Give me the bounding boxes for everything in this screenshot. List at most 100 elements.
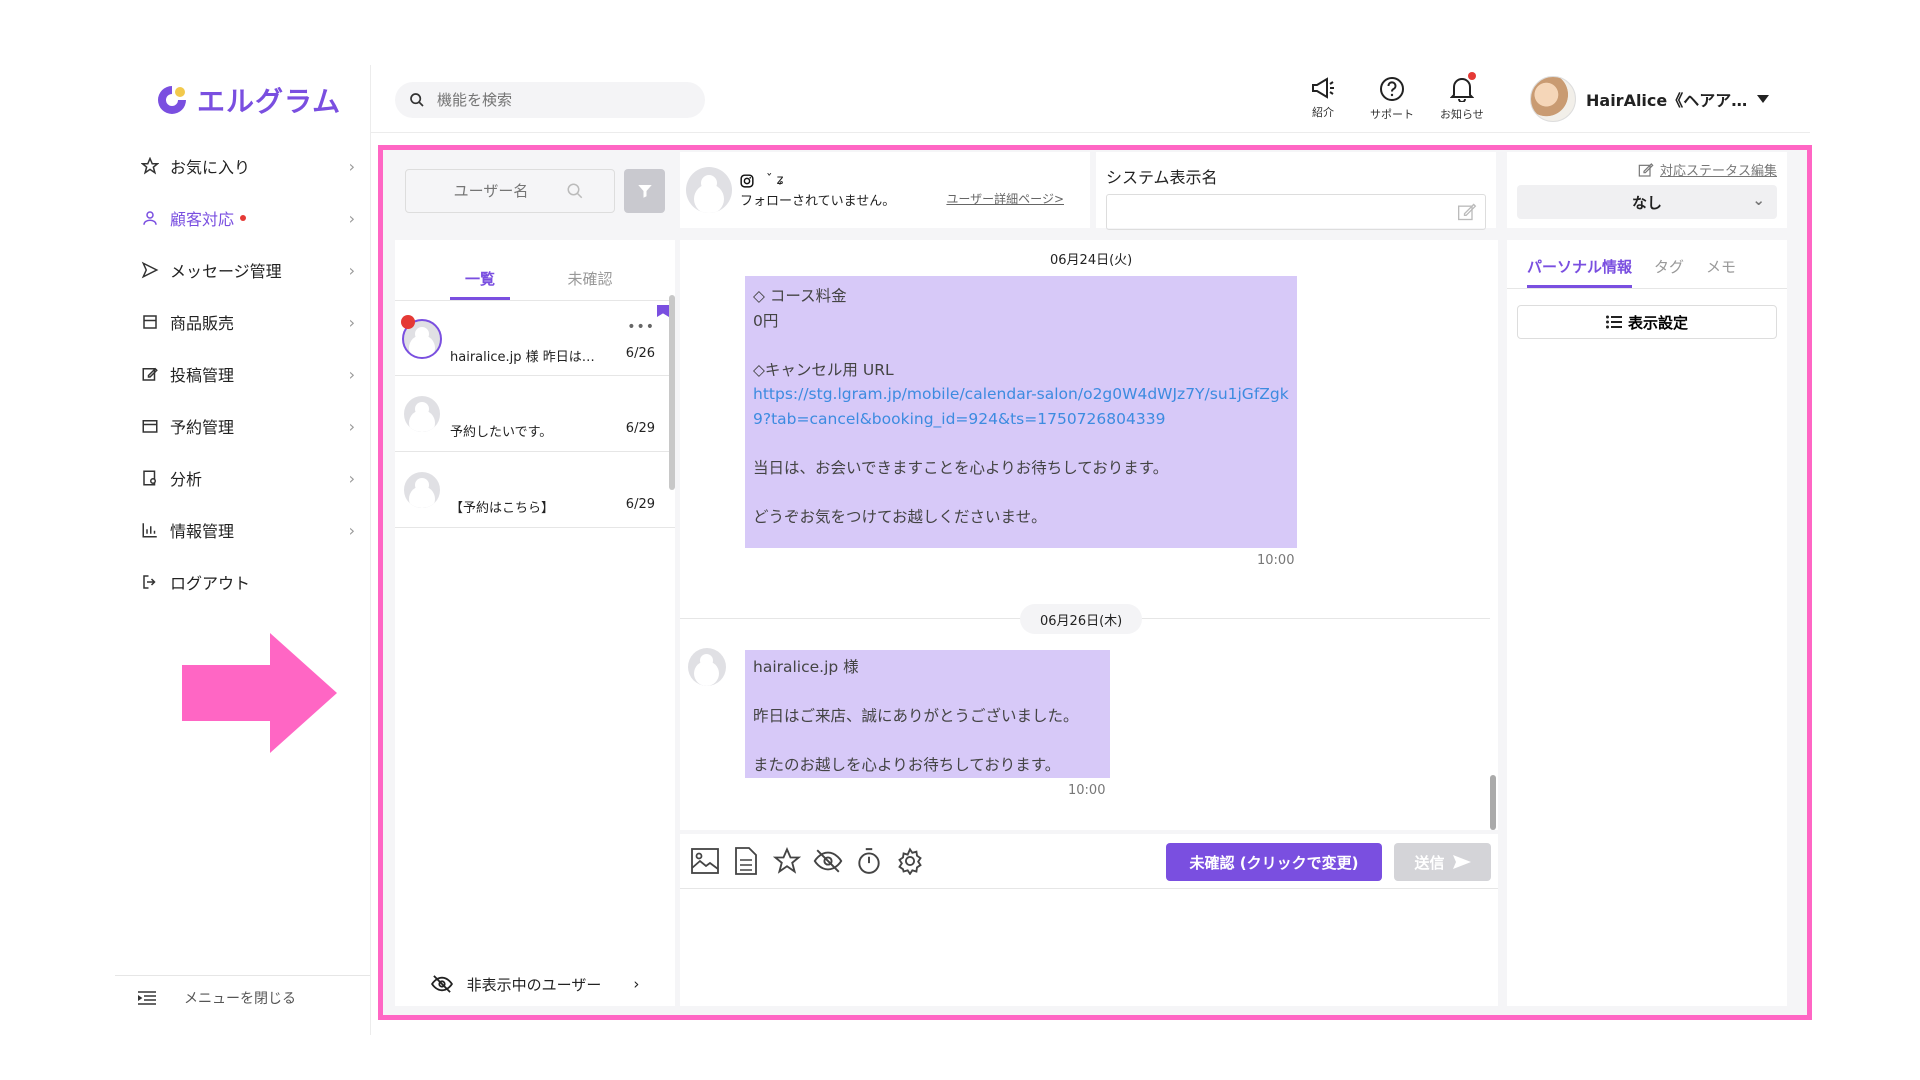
sidebar-nav: お気に入り › 顧客対応 › メッセージ管理 › 商品販売 › 投稿管理 › 予…	[115, 140, 365, 608]
chevron-right-icon: ›	[348, 364, 355, 384]
eye-off-icon[interactable]	[813, 846, 843, 876]
edit-status-link[interactable]: 対応ステータス編集	[1517, 160, 1777, 179]
feature-search[interactable]	[395, 82, 705, 118]
sidebar-item-analytics[interactable]: 分析 ›	[115, 452, 365, 504]
system-name-panel: システム表示名	[1096, 152, 1496, 230]
list-item[interactable]: 予約したいです。 6/29	[395, 376, 675, 452]
message-line: どうぞお気をつけてお越しくださいませ。	[753, 507, 1047, 526]
account-menu[interactable]: HairAlice《ヘアア…	[1530, 76, 1770, 122]
send-icon	[140, 260, 160, 280]
tab-all[interactable]: 一覧	[450, 268, 510, 300]
status-value: なし	[1631, 193, 1662, 212]
message-line: ◇ コース料金	[753, 287, 847, 305]
notify-label: お知らせ	[1440, 108, 1484, 121]
avatar	[1530, 76, 1576, 122]
support-status-panel: 対応ステータス編集 なし ⌄	[1507, 152, 1787, 228]
edit-icon[interactable]	[1457, 202, 1477, 222]
message-compose: 未確認 (クリックで変更) 送信	[680, 834, 1498, 1006]
conversation-preview: 予約したいです。	[450, 425, 553, 440]
message-line: またのお越しを心よりお待ちしております。	[753, 756, 1061, 774]
user-detail-link[interactable]: ユーザー詳細ページ>	[946, 190, 1064, 207]
hidden-users-button[interactable]: 非表示中のユーザー ›	[395, 962, 675, 1006]
cancel-url-link[interactable]: https://stg.lgram.jp/mobile/calendar-sal…	[753, 382, 1289, 407]
compose-toolbar: 未確認 (クリックで変更) 送信	[680, 834, 1498, 889]
sidebar-item-customer-support[interactable]: 顧客対応 ›	[115, 192, 365, 244]
tab-memo[interactable]: メモ	[1706, 256, 1736, 288]
chat-history[interactable]: 06月24日(火) ◇ コース料金 0円 ◇キャンセル用 URL https:/…	[680, 240, 1498, 830]
user-search[interactable]	[405, 169, 615, 213]
sidebar-item-label: ログアウト	[170, 574, 251, 593]
sidebar-item-products[interactable]: 商品販売 ›	[115, 296, 365, 348]
logout-icon	[140, 572, 160, 592]
filter-icon	[636, 182, 654, 200]
sidebar-item-logout[interactable]: ログアウト	[115, 556, 365, 608]
user-icon	[140, 208, 160, 228]
conversation-date: 6/29	[625, 421, 655, 436]
tab-personal-info[interactable]: パーソナル情報	[1527, 256, 1633, 288]
list-scrollbar[interactable]	[669, 295, 675, 490]
send-button[interactable]: 送信	[1394, 843, 1491, 881]
gear-icon[interactable]	[895, 846, 925, 876]
sidebar-item-messages[interactable]: メッセージ管理 ›	[115, 244, 365, 296]
tab-unconfirmed[interactable]: 未確認	[560, 268, 620, 300]
conversation-preview: hairalice.jp 様 昨日は…	[450, 350, 595, 365]
caret-down-icon	[1757, 95, 1770, 103]
star-icon	[140, 156, 160, 176]
avatar	[686, 167, 732, 213]
app-logo[interactable]: エルグラム	[155, 80, 341, 120]
store-icon	[140, 312, 160, 332]
chevron-right-icon: ›	[348, 468, 355, 488]
notifications-button[interactable]: お知らせ	[1440, 72, 1484, 122]
sidebar-item-info[interactable]: 情報管理 ›	[115, 504, 365, 556]
list-item[interactable]: ••• hairalice.jp 様 昨日は… 6/26	[395, 300, 675, 376]
sidebar-item-posts[interactable]: 投稿管理 ›	[115, 348, 365, 400]
logo-icon	[155, 83, 189, 117]
chevron-right-icon: ›	[348, 416, 355, 436]
sidebar-item-label: 分析	[170, 470, 203, 489]
filter-button[interactable]	[624, 169, 665, 213]
search-icon[interactable]	[566, 182, 584, 200]
message-line	[753, 431, 1289, 456]
star-icon[interactable]	[772, 846, 802, 876]
message-line: 0円	[753, 311, 779, 330]
cancel-url-link[interactable]: 9?tab=cancel&booking_id=924&ts=175072680…	[753, 407, 1289, 432]
edit-icon	[140, 364, 160, 384]
document-icon[interactable]	[731, 846, 761, 876]
intro-button[interactable]: 紹介	[1310, 76, 1336, 120]
menu-collapse-icon	[138, 991, 156, 1005]
sidebar-item-favorites[interactable]: お気に入り ›	[115, 140, 365, 192]
system-name-field[interactable]	[1106, 194, 1486, 230]
system-name-input[interactable]	[1107, 195, 1485, 229]
conversation-preview: 【予約はこちら】	[450, 501, 555, 516]
chevron-right-icon: ›	[633, 975, 640, 993]
message-time: 10:00	[1257, 553, 1295, 568]
send-icon	[1452, 855, 1471, 869]
status-select[interactable]: なし ⌄	[1517, 185, 1777, 219]
support-button[interactable]: サポート	[1370, 76, 1414, 122]
timer-icon[interactable]	[854, 846, 884, 876]
unread-toggle-button[interactable]: 未確認 (クリックで変更)	[1166, 843, 1382, 881]
user-search-input[interactable]	[416, 182, 566, 200]
follow-status: フォローされていません。	[740, 193, 896, 209]
header-divider	[370, 132, 1810, 133]
feature-search-input[interactable]	[437, 91, 677, 109]
close-menu-button[interactable]: メニューを閉じる	[138, 988, 296, 1008]
unread-dot	[401, 315, 415, 329]
eye-off-icon	[430, 975, 453, 993]
instagram-icon	[740, 173, 754, 188]
tab-tags[interactable]: タグ	[1654, 256, 1684, 288]
list-item[interactable]: 【予約はこちら】 6/29	[395, 452, 675, 528]
sidebar-item-label: 予約管理	[170, 418, 235, 437]
chat-scrollbar[interactable]	[1490, 775, 1496, 830]
edit-icon	[1638, 162, 1654, 178]
image-icon[interactable]	[690, 846, 720, 876]
conversation-date: 6/29	[625, 497, 655, 512]
avatar	[402, 394, 442, 434]
sidebar-divider	[115, 975, 370, 976]
sidebar-item-reservations[interactable]: 予約管理 ›	[115, 400, 365, 452]
send-label: 送信	[1414, 853, 1445, 872]
display-settings-button[interactable]: 表示設定	[1517, 305, 1777, 339]
more-icon[interactable]: •••	[627, 319, 655, 335]
search-icon	[409, 92, 425, 108]
sidebar-item-label: メッセージ管理	[170, 262, 282, 281]
